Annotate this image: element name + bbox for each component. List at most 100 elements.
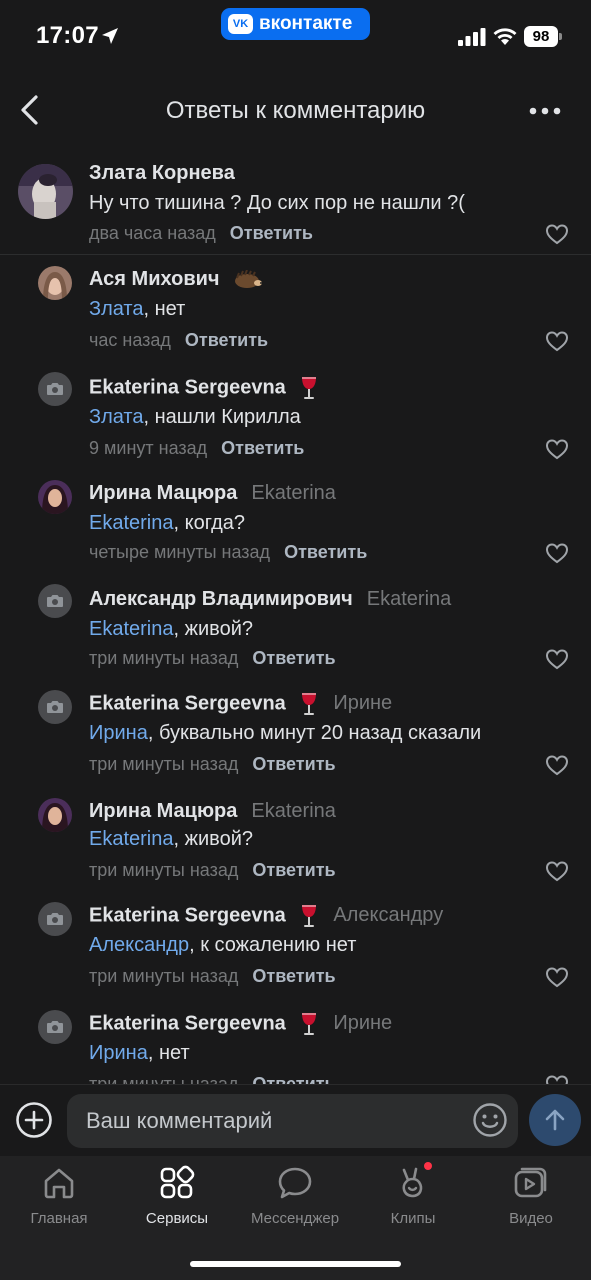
parent-comment: Злата Корнева Ну что тишина ? До сих пор… [0,150,591,254]
reply-to-label[interactable]: Ekaterina [367,588,452,610]
status-bar: 17:07 VK вконтакте 98 [0,0,591,76]
avatar[interactable] [38,372,72,406]
mention-link[interactable]: Ирина [89,722,148,744]
reply-button[interactable]: Ответить [252,860,335,880]
comment-meta: три минуты назад Ответить [89,1074,336,1084]
tab-messenger[interactable]: Мессенджер [236,1164,354,1234]
tab-label: Мессенджер [250,1210,340,1227]
comment-author-line: Ася Михович [89,268,263,291]
heart-icon[interactable] [545,1074,569,1084]
avatar[interactable] [18,164,73,219]
reply-button[interactable]: Ответить [252,754,335,774]
mention-link[interactable]: Злата [89,298,144,320]
comment-time: два часа назад [89,223,216,243]
comment-author[interactable]: Ekaterina Sergeevna [89,692,286,714]
avatar-photo [18,164,73,219]
comment-author[interactable]: Ekaterina Sergeevna [89,1012,286,1034]
heart-icon[interactable] [545,966,569,988]
avatar-photo [38,480,72,514]
heart-icon[interactable] [545,648,569,670]
comment-meta: три минуты назад Ответить [89,754,336,775]
tab-label: Главная [30,1210,88,1227]
heart-icon[interactable] [545,438,569,460]
mention-link[interactable]: Злата [89,406,144,428]
comment-author-line: Ekaterina Sergeevna [89,376,319,400]
more-horizontal-icon[interactable] [526,98,564,124]
comment-text: Злата, нашли Кирилла [89,406,301,429]
reply-button[interactable]: Ответить [230,223,313,243]
reply-button[interactable]: Ответить [185,330,268,350]
camera-icon [47,383,63,395]
video-icon [514,1167,547,1198]
comment-body: , когда? [173,512,246,534]
reply-comment: Ekaterina Sergeevna Ирине Ирина, нет три… [0,1004,591,1084]
reply-button[interactable]: Ответить [284,542,367,562]
reply-comment: Ирина Мацюра Ekaterina Ekaterina, когда? … [0,472,591,578]
comment-author[interactable]: Ирина Мацюра [89,800,237,822]
comment-text: Ekaterina, живой? [89,618,253,641]
hedgehog-icon [235,269,263,288]
tab-home[interactable]: Главная [0,1164,118,1234]
heart-icon[interactable] [545,330,569,352]
comment-author[interactable]: Ekaterina Sergeevna [89,904,286,926]
reply-to-label[interactable]: Ирине [333,692,392,714]
avatar[interactable] [38,690,72,724]
comment-time: три минуты назад [89,648,239,668]
comment-author[interactable]: Злата Корнева [89,162,235,185]
comment-meta: три минуты назад Ответить [89,860,336,881]
mention-link[interactable]: Ekaterina [89,618,174,640]
mention-link[interactable]: Александр [89,934,189,956]
reply-button[interactable]: Ответить [252,648,335,668]
comment-time: три минуты назад [89,860,239,880]
comment-author[interactable]: Ekaterina Sergeevna [89,376,286,398]
comment-time: час назад [89,330,171,350]
home-icon [44,1168,74,1199]
heart-icon[interactable] [545,223,569,245]
tab-services[interactable]: Сервисы [118,1164,236,1234]
avatar[interactable] [38,266,72,300]
avatar[interactable] [38,1010,72,1044]
home-indicator [190,1261,401,1267]
mention-link[interactable]: Ekaterina [89,828,174,850]
avatar[interactable] [38,480,72,514]
comment-body: , к сожалению нет [189,934,357,956]
comment-text: Ekaterina, когда? [89,512,245,535]
reply-to-label[interactable]: Ирине [333,1012,392,1034]
comment-meta: два часа назад Ответить [89,223,313,244]
reply-button[interactable]: Ответить [252,966,335,986]
reply-to-label[interactable]: Александру [333,904,443,926]
tab-video[interactable]: Видео [472,1164,590,1234]
reply-button[interactable]: Ответить [221,438,304,458]
reply-to-label[interactable]: Ekaterina [251,800,336,822]
reply-comment: Ася Михович Злата, нет час назад Ответить [0,258,591,364]
avatar[interactable] [38,902,72,936]
comment-text: Ирина, нет [89,1042,190,1065]
send-button[interactable] [529,1094,581,1146]
comment-author[interactable]: Александр Владимирович [89,588,353,610]
mention-link[interactable]: Ирина [89,1042,148,1064]
reply-to-label[interactable]: Ekaterina [251,482,336,504]
comment-author-line: Ekaterina Sergeevna Ирине [89,692,392,716]
avatar[interactable] [38,584,72,618]
plus-circle-icon[interactable] [15,1101,53,1139]
wifi-icon [493,28,517,45]
page-title: Ответы к комментарию [165,97,426,124]
tab-clips[interactable]: Клипы [354,1162,472,1234]
comment-body: , нашли Кирилла [143,406,301,428]
cellular-signal-icon [458,28,486,46]
mention-link[interactable]: Ekaterina [89,512,174,534]
vk-app-pill[interactable]: VK вконтакте [221,8,370,40]
comment-input[interactable]: Ваш комментарий [67,1094,518,1148]
heart-icon[interactable] [545,542,569,564]
heart-icon[interactable] [545,754,569,776]
reply-button[interactable]: Ответить [252,1074,335,1084]
avatar[interactable] [38,798,72,832]
heart-icon[interactable] [545,860,569,882]
comment-author[interactable]: Ася Михович [89,268,220,290]
battery-level: 98 [524,26,558,47]
camera-icon [47,913,63,925]
reply-comment: Александр Владимирович Ekaterina Ekaterin… [0,578,591,684]
notification-dot [424,1162,432,1170]
smile-icon[interactable] [472,1102,508,1138]
comment-author[interactable]: Ирина Мацюра [89,482,237,504]
